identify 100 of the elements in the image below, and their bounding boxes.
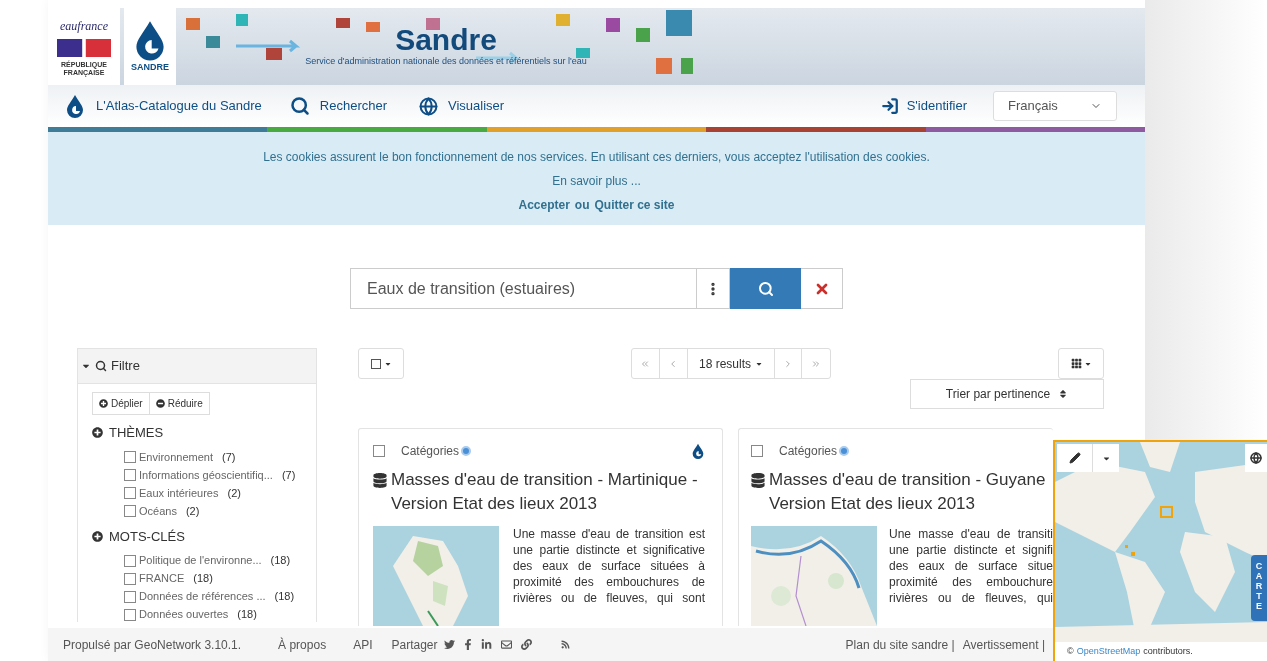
- expand-button[interactable]: Déplier: [92, 392, 150, 415]
- result-description: Une masse d'eau de transition est une partie distincte et significative des eaux de surface situées à proximité des embouchures de rivières ou de fleuves, qui sont: [513, 526, 705, 607]
- facet-count: (7): [222, 449, 236, 465]
- facet-count: (18): [274, 589, 295, 604]
- sort-icon: [1058, 389, 1069, 399]
- facet-label: Environnement: [139, 449, 213, 465]
- select-dropdown[interactable]: [358, 348, 404, 379]
- search-field[interactable]: Eaux de transition (estuaires): [350, 268, 697, 309]
- result-title[interactable]: Masses d'eau de transition - Guyane Version Etat des lieux 2013: [769, 468, 1046, 516]
- flag-icon: [55, 38, 113, 57]
- nav-link[interactable]: Visualiser: [419, 96, 505, 116]
- nav-link[interactable]: Rechercher: [289, 96, 388, 116]
- checkbox[interactable]: [124, 590, 136, 603]
- site-title: Sandre: [395, 24, 497, 55]
- facet-item[interactable]: Informations géoscientifiq... (7): [124, 467, 302, 483]
- plus-icon: [92, 427, 103, 439]
- footer-link[interactable]: API: [353, 635, 373, 654]
- chevron-icon: [783, 358, 793, 369]
- logo-text: SANDRE: [131, 60, 169, 74]
- facet-count: (18): [193, 571, 213, 586]
- facet-label: FRANCE: [139, 571, 185, 586]
- copyright-icon: ©: [1067, 644, 1074, 659]
- checkbox[interactable]: [751, 445, 763, 457]
- quit-link[interactable]: Quitter ce site: [594, 196, 675, 214]
- result-card[interactable]: [358, 428, 723, 626]
- facet-item[interactable]: Océans (2): [124, 503, 302, 519]
- facet-item[interactable]: FRANCE (18): [124, 571, 302, 586]
- checkbox[interactable]: [373, 445, 385, 457]
- database-icon: [373, 473, 387, 488]
- double-chevron-icon: [640, 358, 651, 369]
- view-dropdown[interactable]: [1058, 348, 1104, 379]
- facet-item[interactable]: Eaux intérieures (2): [124, 485, 302, 501]
- result-card[interactable]: [738, 428, 1053, 626]
- attribution-text: contributors.: [1143, 644, 1193, 658]
- linkedin-icon[interactable]: [480, 639, 492, 650]
- facet-count: (2): [185, 503, 200, 519]
- checkbox[interactable]: [124, 608, 136, 621]
- facet-item[interactable]: Données ouvertes (18): [124, 607, 302, 622]
- search-icon: [95, 360, 107, 372]
- language-select[interactable]: Français: [993, 91, 1117, 121]
- map-tab[interactable]: CARTE: [1251, 555, 1267, 621]
- footer-link[interactable]: Avertissement |: [962, 635, 1045, 654]
- cookie-message: Les cookies assurent le bon fonctionnement de nos services. En utilisant ces derniers, vous acceptez l'utilisation des cookies.: [263, 149, 930, 166]
- facet-item[interactable]: Politique de l'environne... (18): [124, 553, 302, 568]
- plus-icon: [92, 530, 103, 542]
- facebook-icon[interactable]: [463, 639, 472, 650]
- rss-icon[interactable]: [560, 640, 570, 649]
- facet-label: Océans: [139, 503, 177, 519]
- nav-link[interactable]: L'Atlas-Catalogue du Sandre: [64, 94, 262, 118]
- clear-button[interactable]: [801, 268, 843, 309]
- mail-icon[interactable]: [500, 639, 512, 650]
- pencil-icon: [1068, 452, 1081, 464]
- category-label: Catégories: [779, 443, 838, 460]
- result-title[interactable]: Masses d'eau de transition - Martinique - Version Etat des lieux 2013: [391, 468, 698, 516]
- footer-link[interactable]: À propos: [278, 635, 327, 654]
- login-icon: [880, 97, 899, 115]
- checkbox[interactable]: [124, 554, 136, 567]
- powered-by-text: Propulsé par GeoNetwork 3.10.1.: [63, 636, 242, 654]
- filter-panel-header[interactable]: Filtre: [77, 348, 317, 384]
- result-description: Une masse d'eau de transiti une partie distincte et signifi des eaux de surface situe proximité des embouchure rivières ou de fleuves, qui: [889, 526, 1053, 607]
- link-icon[interactable]: [520, 639, 532, 650]
- separator-text: ou: [574, 197, 590, 214]
- attribution-link[interactable]: OpenStreetMap: [1076, 644, 1141, 659]
- layer-button[interactable]: [1245, 444, 1267, 472]
- logo-text: eaufrance: [60, 17, 108, 35]
- login-link[interactable]: S'identifier: [880, 96, 967, 116]
- collapse-button[interactable]: Réduire: [149, 392, 210, 415]
- database-icon: [751, 473, 765, 488]
- globe-icon: [419, 96, 439, 116]
- facet-label: Informations géoscientifiq...: [139, 467, 273, 483]
- sort-dropdown[interactable]: Trier par pertinence: [910, 379, 1104, 409]
- facet-label: Eaux intérieures: [139, 485, 219, 501]
- checkbox[interactable]: [124, 572, 136, 585]
- grid-icon: [1070, 358, 1082, 369]
- facet-item[interactable]: Environnement (7): [124, 449, 302, 465]
- checkbox[interactable]: [124, 505, 136, 517]
- facet-label: Politique de l'environne...: [139, 553, 262, 568]
- checkbox[interactable]: [124, 469, 136, 481]
- footer-link[interactable]: Plan du site sandre |: [845, 635, 955, 654]
- double-chevron-icon: [811, 358, 821, 369]
- globe-icon: [1250, 452, 1262, 464]
- filter-title: Filtre: [111, 357, 140, 376]
- search-button[interactable]: [730, 268, 801, 309]
- checkbox[interactable]: [124, 487, 136, 499]
- accept-link[interactable]: Accepter: [518, 196, 570, 214]
- twitter-icon[interactable]: [443, 639, 455, 650]
- facet-title: MOTS-CLÉS: [109, 527, 185, 546]
- site-subtitle: Service d'administration nationale des données et référentiels sur l'eau: [305, 54, 587, 68]
- options-button[interactable]: [697, 268, 730, 309]
- facet-label: Données ouvertes: [139, 607, 229, 622]
- logo: [64, 94, 86, 118]
- checkbox-icon: [370, 358, 381, 369]
- search-icon: [757, 280, 774, 297]
- facet-count: (7): [281, 467, 296, 483]
- map-panel[interactable]: CARTE © OpenStreetMap contributors.: [1053, 440, 1267, 661]
- facet-count: (18): [270, 553, 291, 568]
- facet-item[interactable]: Données de références ... (18): [124, 589, 302, 604]
- checkbox[interactable]: [124, 451, 136, 463]
- more-link[interactable]: En savoir plus ...: [552, 172, 641, 190]
- plus-icon: [99, 399, 108, 408]
